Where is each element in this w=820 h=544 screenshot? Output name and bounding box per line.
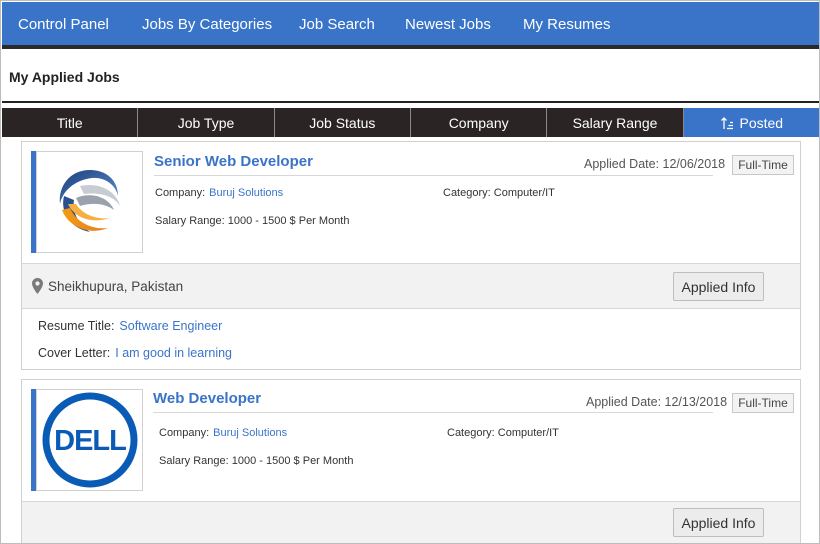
category-field: Category: Computer/IT (443, 187, 555, 199)
category-field: Category: Computer/IT (447, 427, 559, 439)
applied-info-button[interactable]: Applied Info (673, 272, 764, 301)
app-frame: Control Panel Jobs By Categories Job Sea… (0, 0, 820, 544)
job-type-badge: Full-Time (732, 155, 794, 175)
applied-date: Applied Date: 12/06/2018 (584, 157, 726, 171)
salary-label: Salary Range: (155, 215, 225, 227)
applied-info-button[interactable]: Applied Info (673, 508, 764, 537)
job-card: DELL Web Developer Applied Date: 12/13/2… (21, 379, 801, 543)
dell-logo-icon: DELL (42, 392, 137, 488)
applied-date: Applied Date: 12/13/2018 (586, 395, 728, 409)
salary-field: Salary Range: 1000 - 1500 $ Per Month (155, 215, 349, 227)
top-nav: Control Panel Jobs By Categories Job Sea… (2, 2, 819, 49)
category-label: Category: (443, 187, 491, 199)
nav-my-resumes[interactable]: My Resumes (523, 16, 611, 33)
salary-label: Salary Range: (159, 455, 229, 467)
category-value: Computer/IT (497, 427, 559, 439)
job-card: Senior Web Developer Applied Date: 12/06… (21, 141, 801, 370)
globe-swirl-logo-icon (59, 170, 120, 232)
card-location-bar: Sheikhupura, Pakistan Applied Info (22, 263, 800, 309)
company-logo[interactable]: DELL (36, 389, 143, 491)
nav-control-panel[interactable]: Control Panel (18, 16, 109, 33)
sort-posted-label: Posted (739, 114, 784, 131)
sort-job-type-label: Job Type (177, 114, 235, 131)
cover-letter-label: Cover Letter: (38, 346, 111, 360)
salary-value: 1000 - 1500 $ Per Month (231, 455, 354, 467)
card-location-bar: Applied Info (22, 501, 800, 543)
sort-company[interactable]: Company (410, 108, 548, 137)
cover-letter-link[interactable]: I am good in learning (115, 346, 232, 360)
application-details: Resume Title: Software Engineer Cover Let… (22, 309, 800, 369)
resume-title-label: Resume Title: (38, 319, 115, 333)
title-divider (2, 101, 819, 103)
sort-salary-range-label: Salary Range (572, 114, 658, 131)
card-header-divider (154, 175, 713, 176)
company-logo[interactable] (36, 151, 143, 253)
salary-value: 1000 - 1500 $ Per Month (227, 215, 350, 227)
sort-company-label: Company (448, 114, 509, 131)
company-label: Company: (159, 427, 210, 439)
sort-bar: Title Job Type Job Status Company Salary… (2, 108, 819, 137)
resume-title-field: Resume Title: Software Engineer (38, 319, 222, 333)
sort-salary-range[interactable]: Salary Range (547, 108, 684, 137)
sort-job-type[interactable]: Job Type (138, 108, 275, 137)
map-pin-icon (32, 278, 43, 294)
company-field: Company: Buruj Solutions (155, 187, 283, 199)
company-link[interactable]: Buruj Solutions (213, 427, 287, 439)
nav-job-search[interactable]: Job Search (299, 16, 375, 33)
nav-newest-jobs[interactable]: Newest Jobs (405, 16, 491, 33)
location-text: Sheikhupura, Pakistan (48, 278, 184, 294)
sort-job-status-label: Job Status (309, 114, 376, 131)
category-label: Category: (447, 427, 495, 439)
job-type-badge: Full-Time (732, 393, 794, 413)
sort-posted[interactable]: Posted (683, 108, 819, 137)
cover-letter-field: Cover Letter: I am good in learning (38, 346, 232, 360)
resume-title-link[interactable]: Software Engineer (119, 319, 222, 333)
category-value: Computer/IT (493, 187, 555, 199)
salary-field: Salary Range: 1000 - 1500 $ Per Month (159, 455, 353, 467)
company-link[interactable]: Buruj Solutions (209, 187, 283, 199)
nav-jobs-by-categories[interactable]: Jobs By Categories (142, 16, 272, 33)
card-header-divider (153, 412, 713, 413)
sort-title[interactable]: Title (2, 108, 139, 137)
job-location: Sheikhupura, Pakistan (32, 278, 183, 294)
job-title-link[interactable]: Web Developer (153, 390, 261, 407)
company-field: Company: Buruj Solutions (159, 427, 287, 439)
job-title-link[interactable]: Senior Web Developer (154, 153, 313, 170)
page-title: My Applied Jobs (9, 69, 120, 85)
sort-title-label: Title (56, 114, 83, 131)
company-label: Company: (155, 187, 206, 199)
sort-job-status[interactable]: Job Status (274, 108, 411, 137)
dell-logo-text: DELL (54, 425, 126, 457)
sort-ascending-icon (720, 116, 734, 130)
